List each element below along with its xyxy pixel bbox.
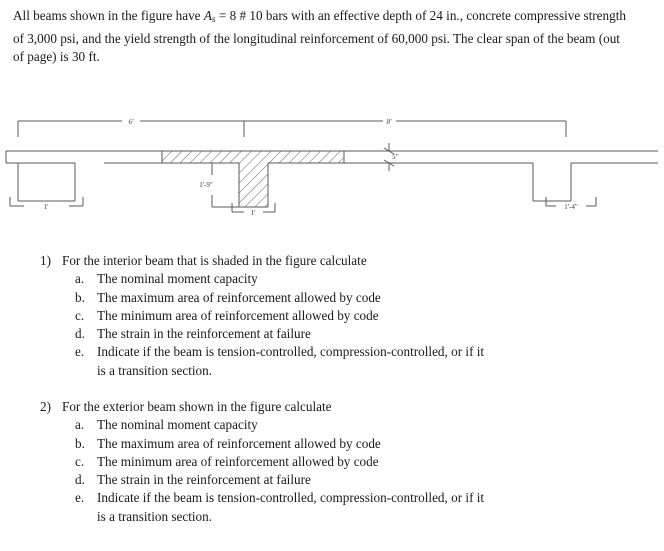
list-item: c. The minimum area of reinforcement all… [40, 453, 640, 471]
right-exterior-beam-width-label: 1'-4" [564, 203, 578, 211]
question-1-item-c-letter: c. [75, 307, 85, 323]
question-2-item-e-text: Indicate if the beam is tension-controll… [97, 490, 485, 506]
question-2-item-a-text: The nominal moment capacity [97, 417, 258, 433]
list-item: e. Indicate if the beam is tension-contr… [40, 343, 640, 380]
list-item: d. The strain in the reinforcement at fa… [40, 325, 640, 343]
question-2-prompt: 2) For the exterior beam shown in the fig… [40, 398, 640, 416]
question-2-item-d-letter: d. [75, 472, 85, 488]
interior-beam-depth-label: 1'-9" [199, 181, 213, 189]
question-1: 1) For the interior beam that is shaded i… [40, 252, 640, 380]
interior-beam-depth-dimension [211, 162, 239, 208]
question-2-subitems: a. The nominal moment capacity b. The ma… [40, 416, 640, 526]
question-1-item-a-text: The nominal moment capacity [97, 271, 258, 287]
list-item: a. The nominal moment capacity [40, 270, 640, 288]
left-exterior-beam-width-label: 1' [44, 203, 49, 211]
question-2-item-c-letter: c. [75, 453, 85, 469]
question-2-item-e-letter: e. [75, 490, 85, 506]
right-span-dimension-label: 8' [387, 118, 393, 126]
question-2-item-b-letter: b. [75, 435, 85, 451]
question-2-item-d-text: The strain in the reinforcement at failu… [97, 472, 311, 488]
list-item: d. The strain in the reinforcement at fa… [40, 471, 640, 489]
question-2-item-e-text-line2: is a transition section. [97, 508, 213, 524]
list-item: e. Indicate if the beam is tension-contr… [40, 489, 640, 526]
question-1-item-c-text: The minimum area of reinforcement allowe… [97, 307, 379, 323]
question-1-text: For the interior beam that is shaded in … [62, 253, 367, 268]
list-item: a. The nominal moment capacity [40, 416, 640, 434]
slab-thickness-label: 5" [392, 153, 399, 161]
problem-statement: All beams shown in the figure have As = … [13, 7, 628, 67]
question-1-item-b-letter: b. [75, 289, 85, 305]
list-item: b. The maximum area of reinforcement all… [40, 435, 640, 453]
shaded-interior-beam [161, 150, 345, 208]
beam-section-figure: 6' 8' 5" 1'-9" 1' 1' 1'-4" [0, 105, 664, 215]
list-item: b. The maximum area of reinforcement all… [40, 289, 640, 307]
question-1-item-e-letter: e. [75, 344, 85, 360]
question-2-item-c-text: The minimum area of reinforcement allowe… [97, 453, 379, 469]
question-1-item-e-text: Indicate if the beam is tension-controll… [97, 344, 485, 360]
list-item: c. The minimum area of reinforcement all… [40, 307, 640, 325]
question-2: 2) For the exterior beam shown in the fig… [40, 398, 640, 526]
question-1-item-d-letter: d. [75, 326, 85, 342]
question-1-item-e-text-line2: is a transition section. [97, 362, 213, 378]
problem-statement-part1: All beams shown in the figure have [13, 8, 204, 23]
interior-beam-width-label: 1' [251, 209, 256, 215]
question-1-prompt: 1) For the interior beam that is shaded i… [40, 252, 640, 270]
question-1-number: 1) [40, 253, 51, 268]
left-span-dimension-label: 6' [129, 118, 135, 126]
question-2-text: For the exterior beam shown in the figur… [62, 399, 332, 414]
as-symbol: A [203, 8, 212, 23]
question-1-subitems: a. The nominal moment capacity b. The ma… [40, 270, 640, 380]
question-2-number: 2) [40, 399, 51, 414]
question-2-item-a-letter: a. [75, 417, 85, 433]
question-1-item-b-text: The maximum area of reinforcement allowe… [97, 289, 381, 305]
question-2-item-b-text: The maximum area of reinforcement allowe… [97, 435, 381, 451]
question-1-item-d-text: The strain in the reinforcement at failu… [97, 326, 311, 342]
question-1-item-a-letter: a. [75, 271, 85, 287]
overall-dimension-line [17, 120, 567, 137]
